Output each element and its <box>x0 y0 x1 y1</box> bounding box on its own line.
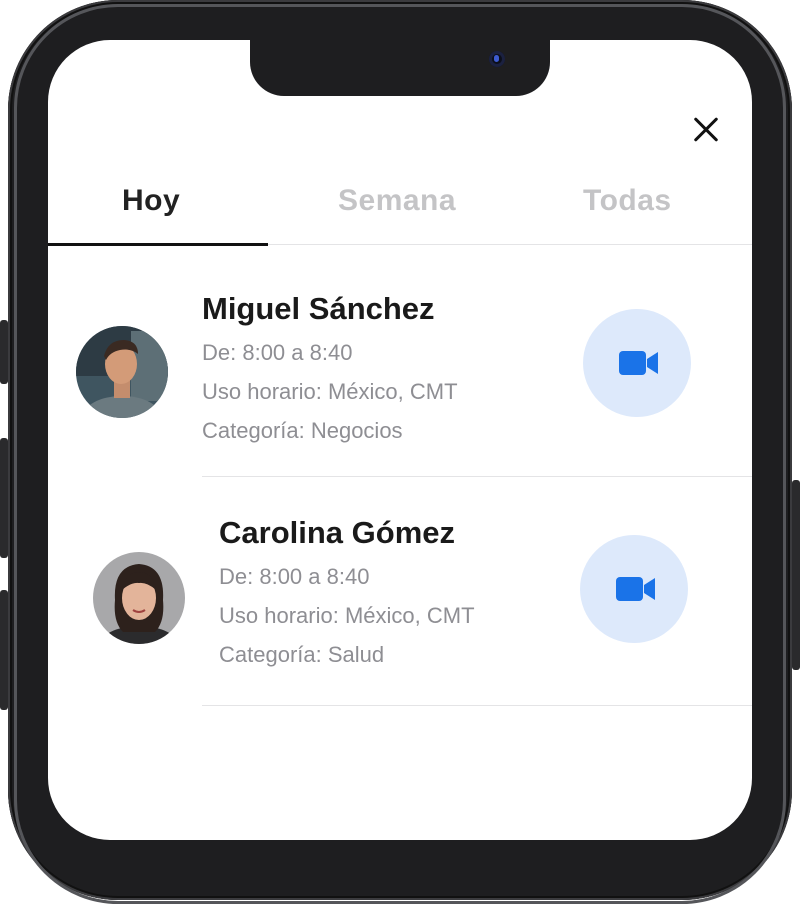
power-button <box>792 480 800 670</box>
list-divider <box>202 476 752 477</box>
video-camera-icon <box>616 577 655 601</box>
appointment-time: De: 8:00 a 8:40 <box>219 564 370 589</box>
mute-switch <box>0 590 8 710</box>
tab-hoy[interactable]: Hoy <box>122 184 180 218</box>
appointment-item: Carolina Gómez De: 8:00 a 8:40 Uso horar… <box>48 500 752 730</box>
appointment-time: De: 8:00 a 8:40 <box>202 340 353 365</box>
appointment-category: Categoría: Salud <box>219 642 385 667</box>
video-camera-icon <box>619 351 658 375</box>
volume-down-button <box>0 438 8 558</box>
close-button[interactable] <box>688 112 724 148</box>
appointment-category: Categoría: Negocios <box>202 418 403 443</box>
avatar <box>76 326 168 418</box>
app-screen: Hoy Semana Todas Miguel Sánchez De: 8:00… <box>48 40 752 840</box>
contact-name: Carolina Gómez <box>219 515 455 550</box>
tab-bar: Hoy Semana Todas <box>48 170 752 246</box>
appointment-item: Miguel Sánchez De: 8:00 a 8:40 Uso horar… <box>48 276 752 506</box>
active-tab-indicator <box>48 243 268 246</box>
avatar <box>93 552 185 644</box>
video-call-button[interactable] <box>580 535 688 643</box>
front-camera <box>489 51 505 67</box>
tab-todas[interactable]: Todas <box>583 184 672 218</box>
appointment-timezone: Uso horario: México, CMT <box>219 603 475 628</box>
tab-semana[interactable]: Semana <box>338 184 456 218</box>
appointment-timezone: Uso horario: México, CMT <box>202 379 458 404</box>
volume-up-button <box>0 320 8 384</box>
list-divider <box>202 705 752 706</box>
notch <box>250 40 550 96</box>
contact-name: Miguel Sánchez <box>202 291 435 326</box>
video-call-button[interactable] <box>583 309 691 417</box>
